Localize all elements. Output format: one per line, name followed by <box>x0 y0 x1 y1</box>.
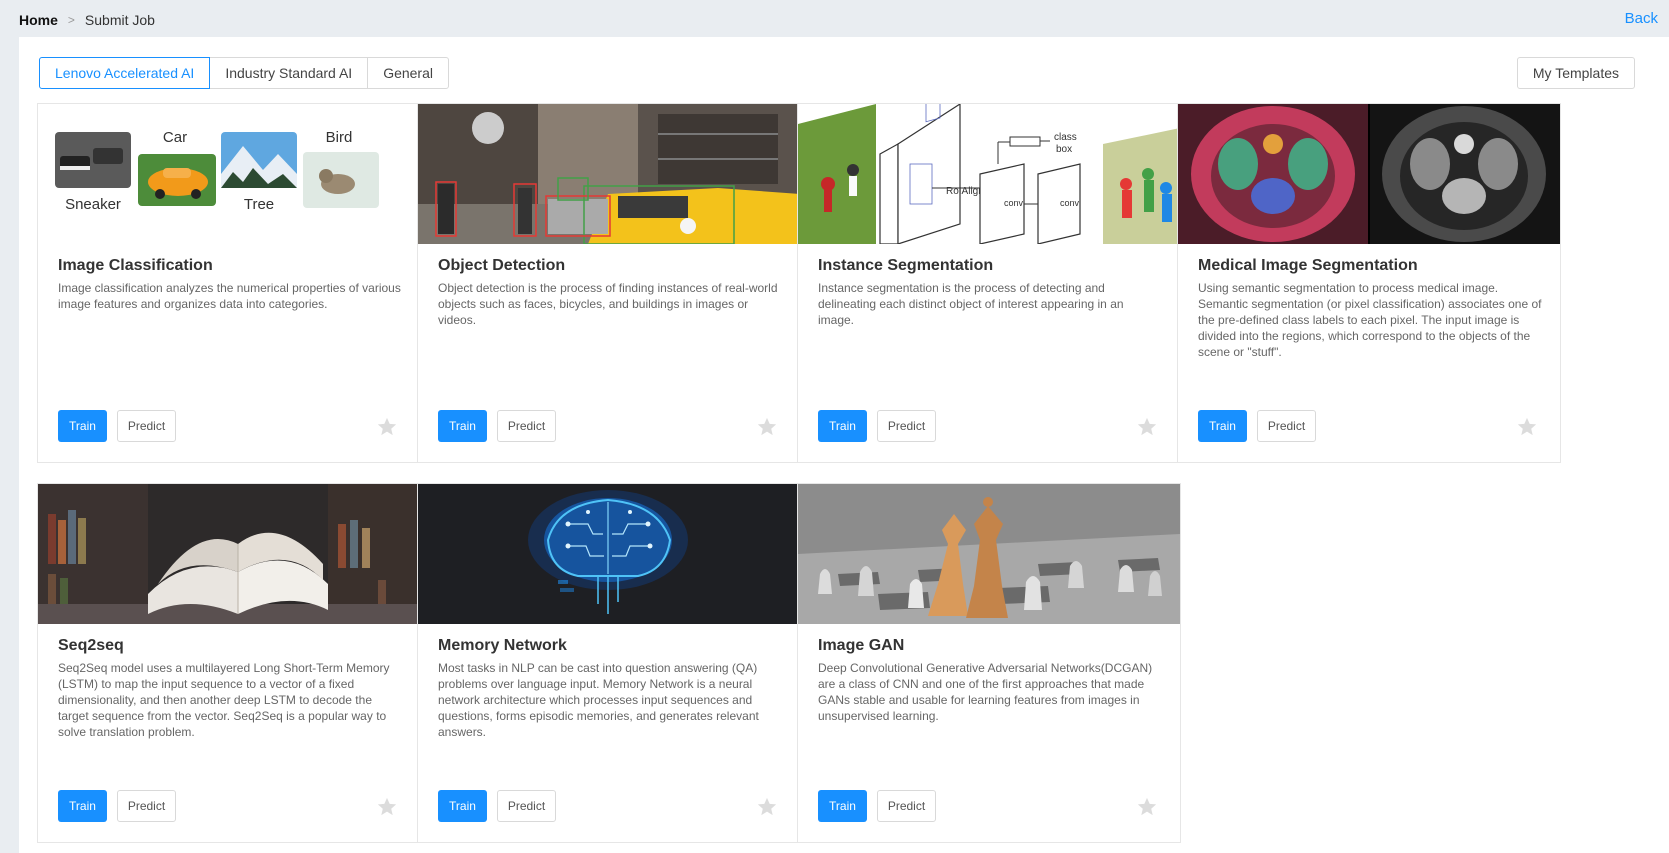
card-title: Medical Image Segmentation <box>1198 257 1418 274</box>
instance-segmentation-illustration: RoIAlign conv conv class box <box>798 104 1180 244</box>
category-tabs: Lenovo Accelerated AI Industry Standard … <box>39 57 449 89</box>
star-icon[interactable] <box>376 796 398 818</box>
tab-lenovo-accelerated-ai[interactable]: Lenovo Accelerated AI <box>39 57 211 89</box>
star-icon[interactable] <box>756 796 778 818</box>
card-title: Image GAN <box>818 637 905 654</box>
predict-button[interactable]: Predict <box>877 410 936 442</box>
image-classification-illustration: Car Bird Sneaker Tree <box>38 104 420 244</box>
chess-illustration <box>798 484 1180 624</box>
train-button[interactable]: Train <box>438 410 487 442</box>
card-description: Deep Convolutional Generative Adversaria… <box>818 661 1153 723</box>
star-icon[interactable] <box>1516 416 1538 438</box>
card-object-detection: Object Detection Object detection is the… <box>417 103 801 463</box>
object-detection-illustration <box>418 104 800 244</box>
card-instance-segmentation: RoIAlign conv conv class box Instance Se… <box>797 103 1181 463</box>
card-image: RoIAlign conv conv class box <box>798 104 1180 244</box>
card-image-classification: Car Bird Sneaker Tree Image Classificati… <box>37 103 421 463</box>
card-image <box>1178 104 1560 244</box>
svg-text:conv: conv <box>1060 198 1080 208</box>
card-title: Instance Segmentation <box>818 257 994 274</box>
card-title: Object Detection <box>438 257 566 274</box>
train-button[interactable]: Train <box>1198 410 1247 442</box>
card-description: Seq2Seq model uses a multilayered Long S… <box>58 661 390 739</box>
back-link[interactable]: Back <box>1625 10 1658 27</box>
star-icon[interactable] <box>1136 416 1158 438</box>
predict-button[interactable]: Predict <box>877 790 936 822</box>
breadcrumb-current: Submit Job <box>84 12 155 28</box>
brain-illustration <box>418 484 800 624</box>
card-description: Using semantic segmentation to process m… <box>1198 281 1542 359</box>
train-button[interactable]: Train <box>438 790 487 822</box>
card-description: Object detection is the process of findi… <box>438 281 778 327</box>
tab-general[interactable]: General <box>367 57 449 89</box>
book-illustration <box>38 484 420 624</box>
medical-segmentation-illustration <box>1178 104 1560 244</box>
train-button[interactable]: Train <box>818 410 867 442</box>
breadcrumb-home[interactable]: Home <box>19 12 58 28</box>
main-panel: Lenovo Accelerated AI Industry Standard … <box>19 37 1669 853</box>
card-image <box>38 484 420 624</box>
card-title: Seq2seq <box>58 637 124 654</box>
card-image <box>418 104 800 244</box>
card-memory-network: Memory Network Most tasks in NLP can be … <box>417 483 801 843</box>
train-button[interactable]: Train <box>818 790 867 822</box>
predict-button[interactable]: Predict <box>497 790 556 822</box>
breadcrumb: Home > Submit Job <box>19 12 155 28</box>
star-icon[interactable] <box>1136 796 1158 818</box>
train-button[interactable]: Train <box>58 790 107 822</box>
predict-button[interactable]: Predict <box>117 790 176 822</box>
card-seq2seq: Seq2seq Seq2Seq model uses a multilayere… <box>37 483 421 843</box>
card-description: Most tasks in NLP can be cast into quest… <box>438 661 759 739</box>
predict-button[interactable]: Predict <box>117 410 176 442</box>
star-icon[interactable] <box>756 416 778 438</box>
top-bar: Home > Submit Job Back <box>0 0 1669 36</box>
star-icon[interactable] <box>376 416 398 438</box>
predict-button[interactable]: Predict <box>497 410 556 442</box>
card-medical-image-segmentation: Medical Image Segmentation Using semanti… <box>1177 103 1561 463</box>
card-image: Car Bird Sneaker Tree <box>38 104 420 244</box>
card-title: Memory Network <box>438 637 567 654</box>
card-image <box>418 484 800 624</box>
svg-text:RoIAlign: RoIAlign <box>946 186 984 197</box>
svg-text:class: class <box>1054 132 1077 143</box>
tab-industry-standard-ai[interactable]: Industry Standard AI <box>209 57 369 89</box>
card-title: Image Classification <box>58 257 213 274</box>
breadcrumb-separator: > <box>67 13 75 27</box>
svg-text:Car: Car <box>163 129 187 146</box>
card-description: Image classification analyzes the numeri… <box>58 281 401 311</box>
svg-text:Sneaker: Sneaker <box>65 196 121 213</box>
card-description: Instance segmentation is the process of … <box>818 281 1124 327</box>
svg-text:box: box <box>1056 144 1072 155</box>
predict-button[interactable]: Predict <box>1257 410 1316 442</box>
card-image-gan: Image GAN Deep Convolutional Generative … <box>797 483 1181 843</box>
svg-text:conv: conv <box>1004 198 1024 208</box>
card-image <box>798 484 1180 624</box>
svg-text:Bird: Bird <box>326 129 353 146</box>
my-templates-button[interactable]: My Templates <box>1516 57 1635 89</box>
train-button[interactable]: Train <box>58 410 107 442</box>
svg-text:Tree: Tree <box>244 196 274 213</box>
